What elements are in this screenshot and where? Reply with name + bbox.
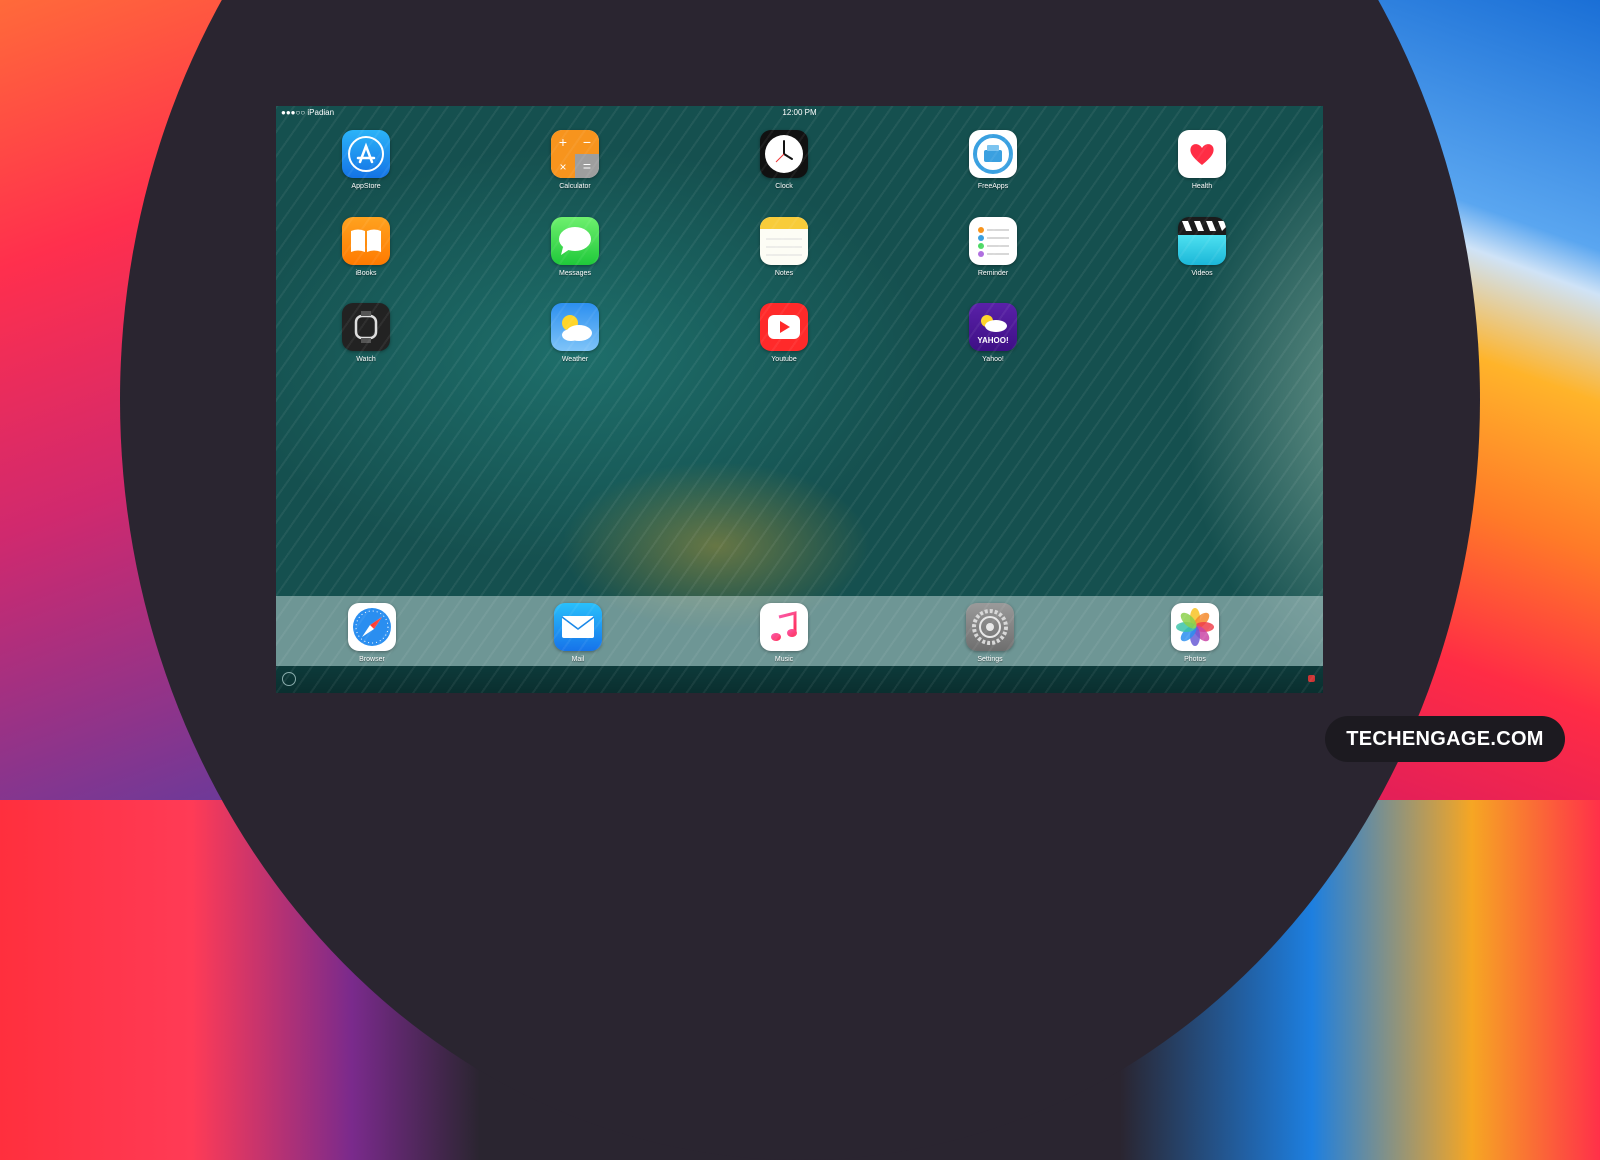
dock-app-photos[interactable]: Photos: [1155, 603, 1235, 664]
dock-app-settings[interactable]: Settings: [950, 603, 1030, 664]
app-reminder[interactable]: Reminder: [953, 217, 1033, 278]
svg-text:=: =: [583, 158, 591, 174]
messages-icon: [551, 217, 599, 265]
app-videos[interactable]: Videos: [1162, 217, 1242, 278]
videos-icon: [1178, 217, 1226, 265]
svg-text:YAHOO!: YAHOO!: [977, 336, 1008, 345]
app-label: Health: [1191, 183, 1213, 190]
music-icon: [760, 603, 808, 651]
app-freeapps[interactable]: FreeApps: [953, 130, 1033, 191]
settings-gear-icon: [966, 603, 1014, 651]
app-calculator[interactable]: + − × = Calculator: [535, 130, 615, 191]
clock-icon: [760, 130, 808, 178]
app-label: Weather: [561, 356, 589, 363]
app-label: Photos: [1184, 656, 1206, 663]
freeapps-icon: [969, 130, 1017, 178]
status-time: 12:00 PM: [782, 108, 817, 117]
home-button-icon[interactable]: [282, 672, 296, 686]
app-youtube[interactable]: Youtube: [744, 303, 824, 364]
weather-icon: [551, 303, 599, 351]
app-label: iBooks: [355, 270, 377, 277]
dock-app-mail[interactable]: Mail: [538, 603, 618, 664]
app-watch[interactable]: Watch: [326, 303, 406, 364]
app-label: Calculator: [559, 183, 591, 190]
photos-icon: [1171, 603, 1219, 651]
svg-text:×: ×: [559, 160, 566, 174]
app-label: FreeApps: [977, 183, 1009, 190]
reminder-icon: [969, 217, 1017, 265]
svg-text:−: −: [583, 134, 591, 150]
app-appstore[interactable]: AppStore: [326, 130, 406, 191]
app-clock[interactable]: Clock: [744, 130, 824, 191]
app-notes[interactable]: Notes: [744, 217, 824, 278]
mail-icon: [554, 603, 602, 651]
app-weather[interactable]: Weather: [535, 303, 615, 364]
app-store-icon: [342, 130, 390, 178]
app-label: AppStore: [351, 183, 381, 190]
dock-app-browser[interactable]: Browser: [332, 603, 412, 664]
carrier-signal: ●●●○○ iPadian: [281, 108, 335, 117]
watch-icon: [342, 303, 390, 351]
app-ibooks[interactable]: iBooks: [326, 217, 406, 278]
emulator-bottom-bar: [276, 666, 1323, 693]
app-label: Videos: [1191, 270, 1213, 277]
svg-text:+: +: [559, 134, 567, 150]
yahoo-weather-icon: YAHOO!: [969, 303, 1017, 351]
app-label: Music: [774, 656, 794, 663]
app-label: Browser: [359, 656, 385, 663]
ibooks-icon: [342, 217, 390, 265]
app-label: Watch: [356, 356, 376, 363]
app-label: Yahoo!: [982, 356, 1004, 363]
dock-app-music[interactable]: Music: [744, 603, 824, 664]
calculator-icon: + − × =: [551, 130, 599, 178]
app-messages[interactable]: Messages: [535, 217, 615, 278]
app-label: Youtube: [771, 356, 797, 363]
dock: Browser Mail Music Settings Photos: [276, 596, 1323, 668]
ipadian-screen: ●●●○○ iPadian 12:00 PM AppStore + − × = Cal…: [276, 106, 1323, 693]
app-label: Reminder: [977, 270, 1009, 277]
app-label: Clock: [775, 183, 793, 190]
health-icon: [1178, 130, 1226, 178]
app-yahoo-weather[interactable]: YAHOO! Yahoo!: [953, 303, 1033, 364]
notes-icon: [760, 217, 808, 265]
app-label: Messages: [559, 270, 591, 277]
app-label: Mail: [571, 656, 585, 663]
app-label: Notes: [774, 270, 794, 277]
close-icon[interactable]: [1308, 675, 1315, 682]
app-health[interactable]: Health: [1162, 130, 1242, 191]
watermark-badge: TECHENGAGE.COM: [1325, 716, 1565, 762]
youtube-icon: [760, 303, 808, 351]
safari-compass-icon: [348, 603, 396, 651]
status-bar: ●●●○○ iPadian 12:00 PM: [276, 106, 1323, 120]
app-label: Settings: [977, 656, 1003, 663]
